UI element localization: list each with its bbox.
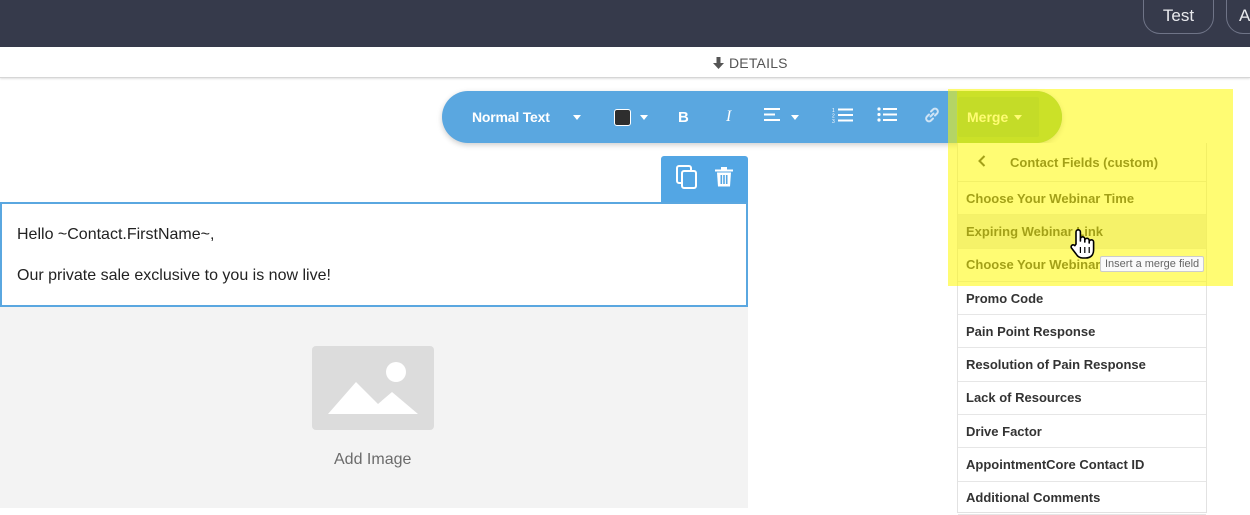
top-navigation-bar: Test A [0,0,1250,47]
details-toggle[interactable]: DETAILS [713,55,788,71]
image-block[interactable]: Add Image [0,307,748,508]
link-button[interactable] [923,91,941,143]
merge-field-item[interactable]: Pain Point Response [958,315,1206,349]
bold-button[interactable]: B [678,91,689,143]
dropdown-title: Contact Fields (custom) [1010,154,1159,170]
numbered-list-icon: 123 [832,107,853,128]
merge-field-item[interactable]: Resolution of Pain Response [958,348,1206,382]
duplicate-icon[interactable] [675,164,698,194]
align-dropdown[interactable] [764,91,799,143]
link-icon [923,106,941,129]
image-placeholder-icon[interactable] [312,346,434,430]
chevron-left-icon[interactable] [978,154,986,171]
merge-field-item[interactable]: Promo Code [958,282,1206,316]
svg-text:3: 3 [832,119,835,123]
dropdown-header[interactable]: Contact Fields (custom) [958,143,1206,182]
merge-field-item[interactable]: Additional Comments [958,482,1206,515]
block-actions [661,156,748,202]
editor-line: Hello ~Contact.FirstName~, [17,226,215,243]
tooltip: Insert a merge field [1100,256,1205,272]
chevron-down-icon [791,114,799,120]
color-swatch [614,108,631,126]
header-second-button[interactable]: A [1226,0,1250,34]
hand-cursor-icon [1068,228,1096,265]
add-image-label[interactable]: Add Image [334,451,411,469]
merge-field-item[interactable]: Lack of Resources [958,382,1206,416]
merge-field-dropdown: Contact Fields (custom) Choose Your Webi… [957,143,1207,515]
italic-button[interactable]: I [726,91,731,143]
details-bar[interactable]: DETAILS [0,47,1250,78]
text-color-picker[interactable] [614,91,648,143]
chevron-down-icon [573,114,581,120]
numbered-list-button[interactable]: 123 [832,91,853,143]
test-button[interactable]: Test [1143,0,1214,34]
merge-label: Merge [967,109,1009,125]
bulleted-list-icon [877,107,897,127]
trash-icon[interactable] [715,166,734,192]
merge-field-item[interactable]: AppointmentCore Contact ID [958,448,1206,482]
merge-field-item[interactable]: Choose Your Webinar Time [958,182,1206,216]
chevron-down-icon [640,114,648,120]
text-block-editor[interactable]: Hello ~Contact.FirstName~, Our private s… [0,202,748,307]
formatting-toolbar: Normal Text B I 123 Merge [442,91,1062,143]
chevron-down-icon [1014,114,1023,120]
align-left-icon [764,108,780,126]
text-style-label: Normal Text [472,109,550,125]
merge-field-item[interactable]: Drive Factor [958,415,1206,449]
text-style-dropdown[interactable]: Normal Text [472,91,550,143]
merge-button[interactable]: Merge [958,97,1039,137]
text-style-caret[interactable] [573,91,581,143]
arrow-down-icon [713,57,724,69]
bulleted-list-button[interactable] [877,91,897,143]
details-label: DETAILS [729,55,788,71]
editor-line: Our private sale exclusive to you is now… [17,267,331,284]
